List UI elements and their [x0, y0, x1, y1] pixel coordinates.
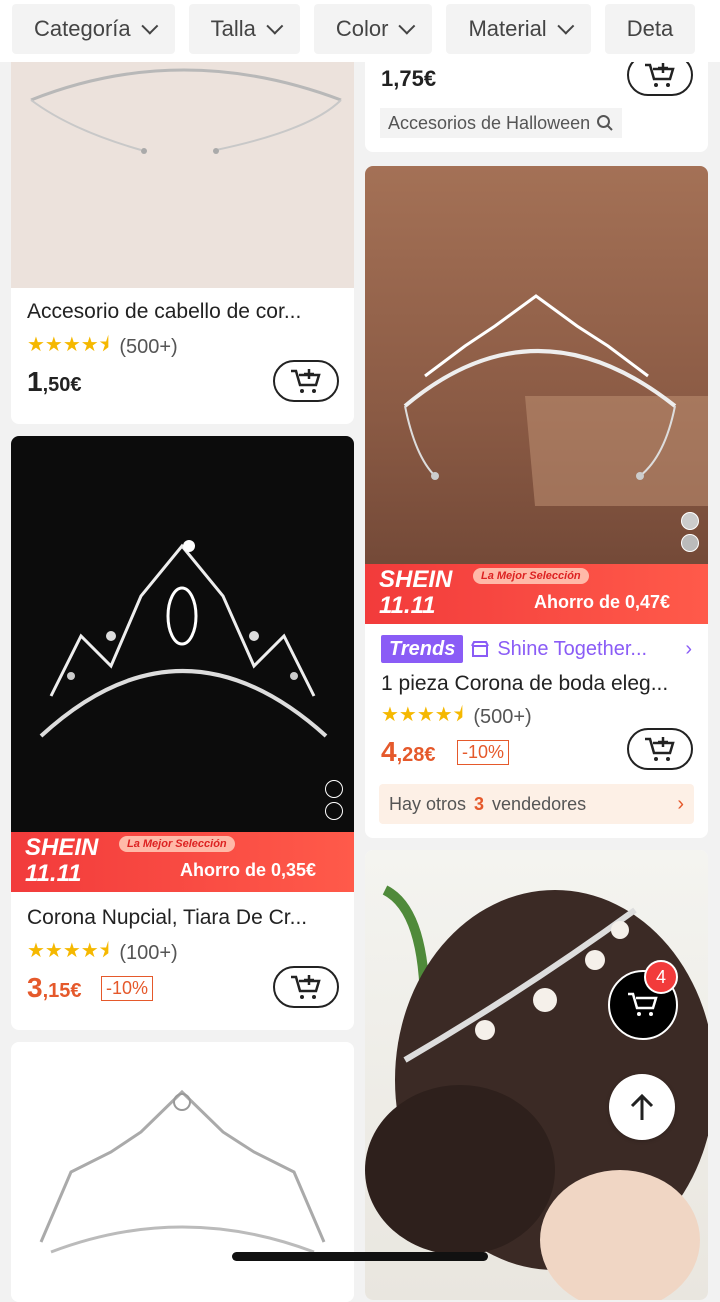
banner-event: 11.11 — [25, 860, 82, 887]
banner-brand: SHEIN — [25, 834, 99, 861]
headband-image — [30, 68, 342, 154]
chevron-right-icon: › — [677, 792, 684, 815]
promo-banner: SHEIN 11.11 La Mejor Selección Ahorro de… — [11, 832, 354, 892]
arrow-up-icon — [630, 1093, 654, 1120]
tiara-image — [39, 540, 328, 738]
color-swatch[interactable] — [681, 534, 699, 552]
product-price: 3,15€ — [27, 972, 82, 1004]
price-decimal: ,50€ — [42, 374, 82, 396]
filter-category[interactable]: Categoría — [12, 4, 175, 54]
rating: ★★★★⯨ (100+) — [27, 936, 178, 970]
floating-cart-button[interactable]: 4 — [608, 960, 678, 1040]
cart-icon — [628, 992, 658, 1016]
sellers-prefix: Hay otros — [389, 793, 467, 814]
discount-badge: -10% — [457, 740, 510, 765]
price-integer: 4 — [381, 736, 397, 767]
product-image[interactable] — [365, 166, 708, 624]
rating: ★★★★⯨ (500+) — [27, 330, 178, 364]
rating: ★★★★⯨ (500+) — [381, 700, 532, 734]
product-image[interactable] — [11, 1042, 354, 1302]
filter-material[interactable]: Material — [446, 4, 591, 54]
price-decimal: ,28€ — [396, 744, 436, 766]
product-card[interactable]: Accesorio de cabello de cor... ★★★★⯨ (500… — [11, 40, 354, 424]
store-link: Shine Together... — [497, 637, 648, 660]
filter-label: Talla — [210, 16, 256, 41]
rating-stars: ★★★★⯨ — [381, 704, 464, 726]
rating-stars: ★★★★⯨ — [27, 940, 110, 962]
color-swatch[interactable] — [325, 802, 343, 820]
filter-bar: Categoría Talla Color Material Deta — [0, 0, 720, 62]
filter-details[interactable]: Deta — [604, 4, 696, 54]
chevron-down-icon — [140, 17, 158, 35]
add-to-cart-button[interactable] — [627, 728, 693, 770]
filter-label: Categoría — [34, 16, 131, 41]
product-image[interactable] — [11, 40, 354, 288]
filter-label: Deta — [626, 16, 674, 41]
store-icon — [471, 641, 490, 657]
filter-color[interactable]: Color — [313, 4, 433, 54]
rating-count: (500+) — [119, 335, 178, 358]
add-to-cart-button[interactable] — [273, 360, 339, 402]
chevron-down-icon — [266, 17, 284, 35]
product-title[interactable]: Corona Nupcial, Tiara De Cr... — [27, 906, 338, 930]
add-cart-icon — [645, 63, 675, 87]
banner-savings: Ahorro de 0,35€ — [179, 860, 316, 880]
promo-banner: SHEIN 11.11 La Mejor Selección Ahorro de… — [365, 564, 708, 624]
banner-event: 11.11 — [379, 592, 436, 619]
hair-accessory-image — [365, 885, 708, 1300]
color-swatch[interactable] — [681, 512, 699, 530]
product-card[interactable]: SHEIN 11.11 La Mejor Selección Ahorro de… — [365, 166, 708, 838]
chevron-right-icon: › — [685, 637, 692, 660]
add-cart-icon — [291, 975, 321, 999]
sellers-suffix: vendedores — [492, 793, 587, 814]
back-to-top-button[interactable] — [609, 1074, 675, 1140]
product-title[interactable]: Accesorio de cabello de cor... — [27, 300, 338, 324]
chevron-down-icon — [398, 17, 416, 35]
price-decimal: ,15€ — [42, 980, 82, 1002]
tiara-image — [403, 294, 708, 506]
product-card[interactable] — [365, 850, 708, 1300]
rating-count: (100+) — [119, 941, 178, 964]
product-card[interactable]: SHEIN 11.11 La Mejor Selección Ahorro de… — [11, 436, 354, 1030]
product-image[interactable] — [11, 436, 354, 892]
trends-badge: Trends — [381, 635, 464, 663]
trends-row[interactable]: Trends Shine Together... › — [381, 634, 692, 664]
banner-pill: La Mejor Selección — [473, 568, 589, 584]
search-tag[interactable]: Accesorios de Halloween — [380, 108, 623, 138]
product-price: 1,50€ — [27, 366, 82, 398]
product-title[interactable]: 1 pieza Corona de boda eleg... — [381, 672, 692, 696]
tiara-image — [39, 1089, 326, 1254]
cart-badge: 4 — [644, 960, 678, 994]
banner-pill: La Mejor Selección — [119, 836, 235, 852]
product-image[interactable] — [365, 850, 708, 1300]
other-sellers-link[interactable]: Hay otros 3 vendedores › — [379, 784, 694, 824]
rating-stars: ★★★★⯨ — [27, 334, 110, 356]
product-price: 4,28€ — [381, 736, 436, 768]
add-cart-icon — [291, 369, 321, 393]
add-to-cart-button[interactable] — [273, 966, 339, 1008]
filter-label: Material — [468, 16, 547, 41]
rating-count: (500+) — [473, 705, 532, 728]
product-card[interactable] — [11, 1042, 354, 1302]
search-icon — [597, 115, 613, 131]
banner-brand: SHEIN — [379, 566, 453, 593]
filter-size[interactable]: Talla — [188, 4, 300, 54]
discount-badge: -10% — [101, 976, 154, 1001]
price-integer: 1 — [27, 366, 43, 397]
chevron-down-icon — [557, 17, 575, 35]
banner-savings: Ahorro de 0,47€ — [533, 592, 670, 612]
product-price: 1,75€ — [381, 66, 437, 91]
search-tag-label: Accesorios de Halloween — [388, 112, 591, 133]
filter-label: Color — [335, 16, 389, 41]
sellers-count: 3 — [474, 793, 485, 814]
price-integer: 3 — [27, 972, 43, 1003]
color-swatch[interactable] — [325, 780, 343, 798]
add-cart-icon — [645, 737, 675, 761]
home-indicator[interactable] — [232, 1252, 488, 1261]
